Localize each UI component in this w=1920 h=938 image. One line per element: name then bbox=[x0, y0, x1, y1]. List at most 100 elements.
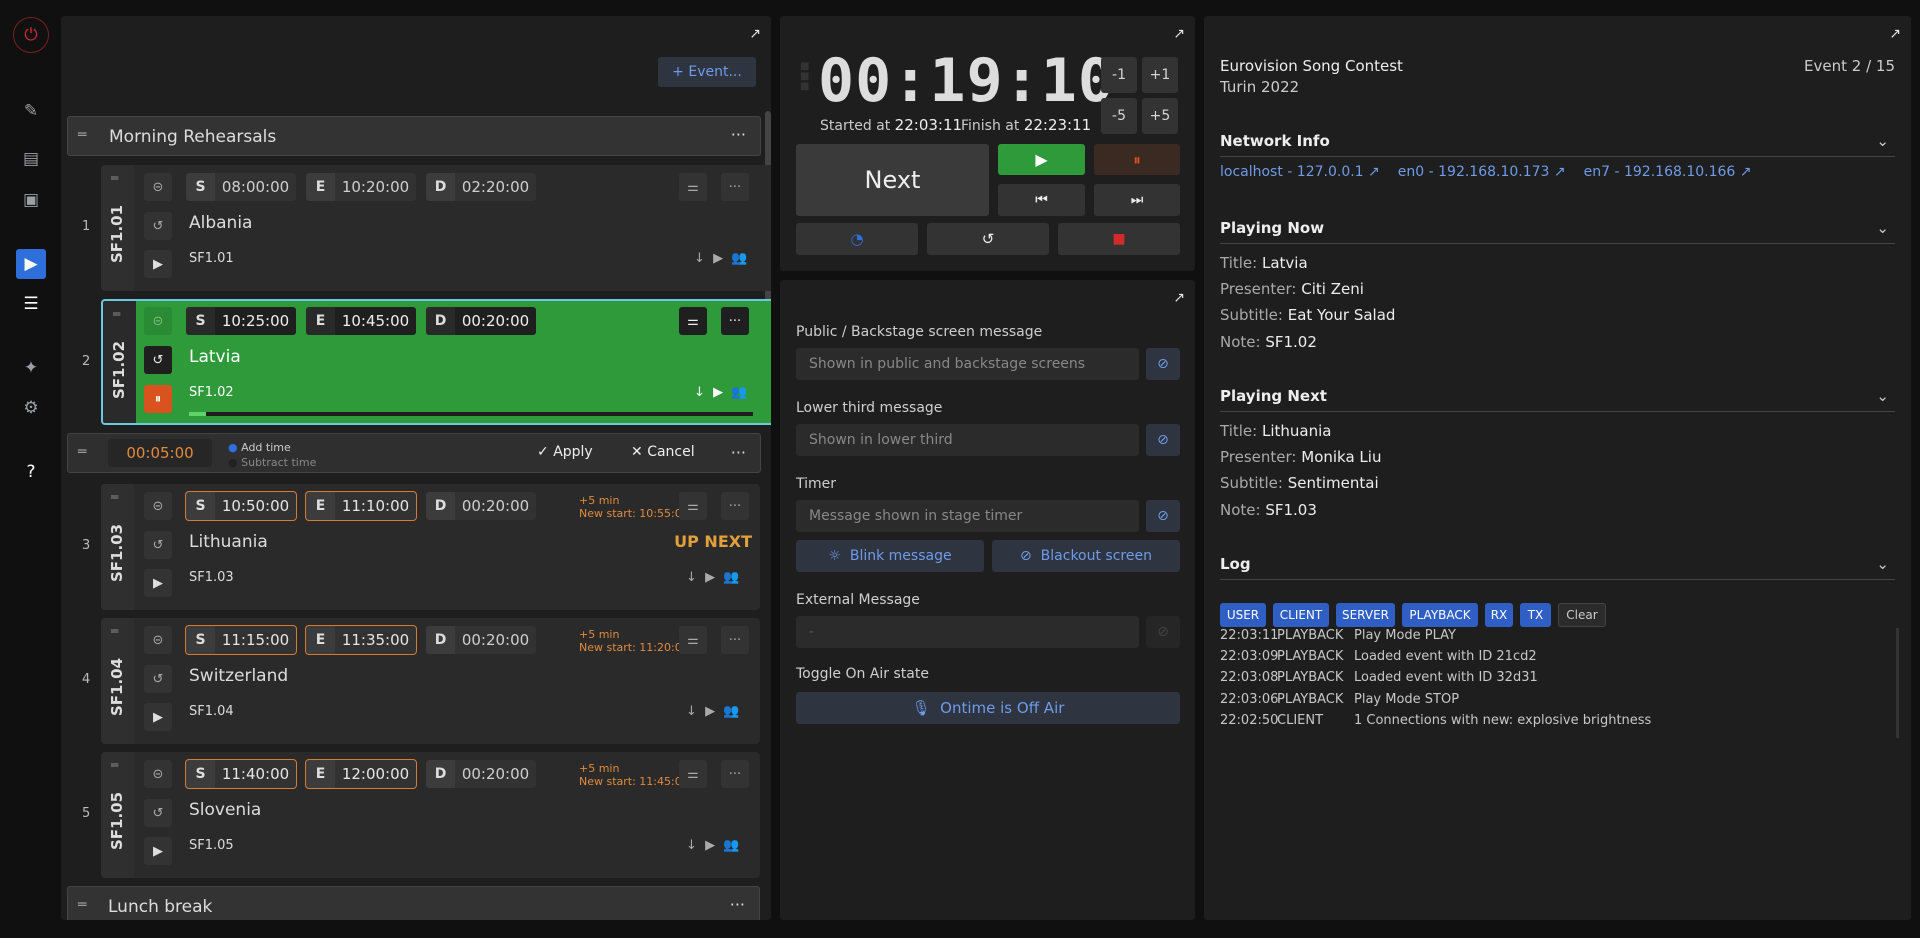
puzzle-icon[interactable]: ✦ bbox=[16, 353, 46, 383]
minus-1-button[interactable]: -1 bbox=[1101, 57, 1137, 93]
skip-icon[interactable]: ⊝ bbox=[144, 307, 172, 335]
duration-time[interactable]: D 00:20:00 bbox=[426, 626, 536, 654]
event-row[interactable]: ═ SF1.03 ⊝ S 10:50:00 E 11:10:00 D 00:20:00 … bbox=[101, 484, 760, 610]
start-time[interactable]: S 11:15:00 bbox=[185, 625, 297, 655]
network-link[interactable]: en7 - 192.168.10.166 ↗ bbox=[1584, 164, 1752, 180]
skip-icon[interactable]: ⊝ bbox=[144, 626, 172, 654]
settings-icon[interactable]: ⚌ bbox=[679, 492, 707, 520]
minus-5-button[interactable]: -5 bbox=[1101, 98, 1137, 134]
timer-message-input[interactable]: Message shown in stage timer bbox=[796, 500, 1139, 532]
plus-1-button[interactable]: +1 bbox=[1142, 57, 1178, 93]
previous-button[interactable]: ⏮ bbox=[998, 184, 1085, 216]
skip-icon[interactable]: ⊝ bbox=[144, 760, 172, 788]
more-icon[interactable]: ··· bbox=[731, 443, 746, 462]
network-link[interactable]: localhost - 127.0.0.1 ↗ bbox=[1220, 164, 1380, 180]
expand-icon[interactable]: ↗ bbox=[1173, 290, 1185, 306]
expand-icon[interactable]: ↗ bbox=[1173, 26, 1185, 42]
more-icon[interactable]: ··· bbox=[721, 173, 749, 201]
log-filter-tx[interactable]: TX bbox=[1520, 603, 1551, 627]
roll-button[interactable]: ◔ bbox=[796, 223, 918, 255]
chevron-down-icon[interactable]: ⌄ bbox=[1876, 132, 1889, 150]
reload-icon[interactable]: ↺ bbox=[144, 665, 172, 693]
start-time[interactable]: S 10:50:00 bbox=[185, 491, 297, 521]
duration-time[interactable]: D 02:20:00 bbox=[426, 173, 536, 201]
event-row[interactable]: ═ SF1.01 ⊝ S 08:00:00 E 10:20:00 D 02:20:00 … bbox=[101, 165, 771, 291]
end-time[interactable]: E 12:00:00 bbox=[305, 759, 417, 789]
drag-handle-icon[interactable]: ═ bbox=[78, 897, 86, 913]
start-time[interactable]: S 08:00:00 bbox=[186, 173, 296, 201]
drag-handle-icon[interactable]: ═ bbox=[111, 624, 118, 638]
power-icon[interactable]: ⏻ bbox=[13, 17, 49, 53]
sliders-icon[interactable]: ☰ bbox=[16, 289, 46, 319]
eye-off-icon[interactable]: ⊘ bbox=[1146, 424, 1180, 456]
log-clear-button[interactable]: Clear bbox=[1558, 603, 1606, 627]
save-icon[interactable]: ▣ bbox=[16, 185, 46, 215]
block-header[interactable]: ═ Lunch break ··· bbox=[67, 886, 760, 920]
stop-button[interactable]: ■ bbox=[1058, 223, 1180, 255]
cancel-button[interactable]: ✕ Cancel bbox=[631, 444, 695, 460]
eye-off-icon[interactable]: ⊘ bbox=[1146, 500, 1180, 532]
chevron-down-icon[interactable]: ⌄ bbox=[1876, 219, 1889, 237]
reload-icon[interactable]: ↺ bbox=[144, 346, 172, 374]
log-header[interactable]: Log ⌄ bbox=[1220, 555, 1895, 580]
next-button[interactable]: Next bbox=[796, 144, 989, 216]
apply-button[interactable]: ✓ Apply bbox=[537, 444, 593, 460]
skip-icon[interactable]: ⊝ bbox=[144, 492, 172, 520]
action-icons[interactable]: ↓ ▶ 👥 bbox=[686, 838, 740, 853]
reload-button[interactable]: ↺ bbox=[927, 223, 1049, 255]
settings-icon[interactable]: ⚌ bbox=[679, 307, 707, 335]
end-time[interactable]: E 10:45:00 bbox=[306, 307, 416, 335]
end-time[interactable]: E 11:35:00 bbox=[305, 625, 417, 655]
drag-handle-icon[interactable]: ═ bbox=[111, 490, 118, 504]
end-time[interactable]: E 10:20:00 bbox=[306, 173, 416, 201]
subtract-time-radio[interactable]: ● Subtract time bbox=[228, 456, 316, 469]
skip-icon[interactable]: ⊝ bbox=[144, 173, 172, 201]
add-time-radio[interactable]: ● Add time bbox=[228, 441, 291, 454]
more-icon[interactable]: ··· bbox=[721, 760, 749, 788]
expand-icon[interactable]: ↗ bbox=[1889, 26, 1901, 42]
reload-icon[interactable]: ↺ bbox=[144, 799, 172, 827]
settings-icon[interactable]: ⚌ bbox=[679, 173, 707, 201]
more-icon[interactable]: ··· bbox=[721, 626, 749, 654]
onair-toggle-button[interactable]: 🎙 Ontime is Off Air bbox=[796, 692, 1180, 724]
skip-next-button[interactable]: ⏭ bbox=[1094, 184, 1180, 216]
pause-icon[interactable]: ⏸ bbox=[144, 385, 172, 413]
play-icon[interactable]: ▶ bbox=[144, 569, 172, 597]
start-time[interactable]: S 11:40:00 bbox=[185, 759, 297, 789]
log-filter-playback[interactable]: PLAYBACK bbox=[1402, 603, 1478, 627]
chevron-down-icon[interactable]: ⌄ bbox=[1876, 387, 1889, 405]
settings-icon[interactable]: ⚌ bbox=[679, 760, 707, 788]
eye-off-icon[interactable]: ⊘ bbox=[1146, 348, 1180, 380]
drag-handle-icon[interactable]: ═ bbox=[78, 444, 86, 460]
log-scrollbar[interactable] bbox=[1896, 628, 1899, 738]
public-message-input[interactable]: Shown in public and backstage screens bbox=[796, 348, 1139, 380]
block-header[interactable]: ═ Morning Rehearsals ··· bbox=[67, 116, 761, 156]
blackout-button[interactable]: ⊘ Blackout screen bbox=[992, 540, 1180, 572]
action-icons[interactable]: ↓ ▶ 👥 bbox=[694, 251, 748, 266]
drag-handle-icon[interactable]: ═ bbox=[111, 171, 118, 185]
event-row[interactable]: ═ SF1.05 ⊝ S 11:40:00 E 12:00:00 D 00:20:00 … bbox=[101, 752, 760, 878]
more-icon[interactable]: ··· bbox=[730, 895, 745, 914]
expand-icon[interactable]: ↗ bbox=[749, 26, 761, 42]
pause-button[interactable]: ⏸ bbox=[1094, 144, 1180, 175]
more-icon[interactable]: ··· bbox=[721, 307, 749, 335]
play-icon[interactable]: ▶ bbox=[144, 250, 172, 278]
duration-time[interactable]: D 00:20:00 bbox=[426, 492, 536, 520]
chevron-down-icon[interactable]: ⌄ bbox=[1876, 555, 1889, 573]
more-icon[interactable]: ··· bbox=[731, 125, 746, 144]
event-row-playing[interactable]: ═ SF1.02 ⊝ S 10:25:00 E 10:45:00 D 00:20:00 … bbox=[101, 299, 771, 425]
blink-button[interactable]: ☼ Blink message bbox=[796, 540, 984, 572]
event-row[interactable]: ═ SF1.04 ⊝ S 11:15:00 E 11:35:00 D 00:20:00 … bbox=[101, 618, 760, 744]
delay-input[interactable]: 00:05:00 bbox=[108, 439, 212, 467]
end-time[interactable]: E 11:10:00 bbox=[305, 491, 417, 521]
plus-5-button[interactable]: +5 bbox=[1142, 98, 1178, 134]
play-icon[interactable]: ▶ bbox=[144, 837, 172, 865]
gear-icon[interactable]: ⚙ bbox=[16, 393, 46, 423]
network-header[interactable]: Network Info ⌄ bbox=[1220, 132, 1895, 157]
start-time[interactable]: S 10:25:00 bbox=[186, 307, 296, 335]
drag-handle-icon[interactable]: ═ bbox=[113, 307, 120, 321]
network-link[interactable]: en0 - 192.168.10.173 ↗ bbox=[1398, 164, 1566, 180]
present-icon[interactable]: ▤ bbox=[16, 144, 46, 174]
log-filter-rx[interactable]: RX bbox=[1485, 603, 1513, 627]
playing-now-header[interactable]: Playing Now ⌄ bbox=[1220, 219, 1895, 244]
